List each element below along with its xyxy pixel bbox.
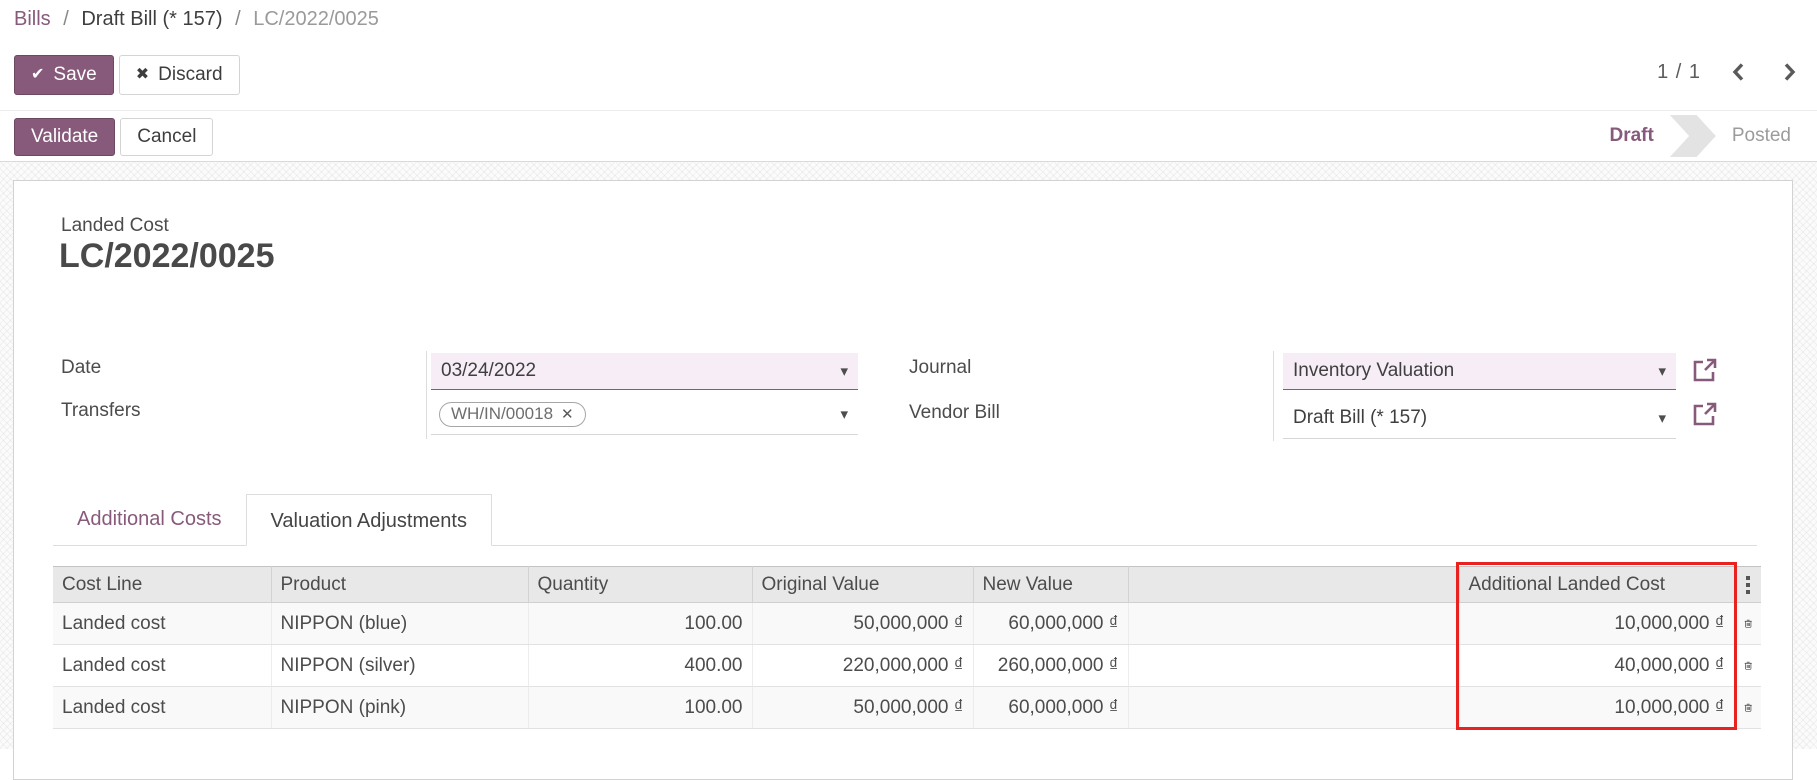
transfer-tag: WH/IN/00018 ✕ <box>439 401 586 427</box>
cell-quantity[interactable]: 100.00 <box>528 686 753 729</box>
cell-original-value[interactable]: 50,000,000 ₫ <box>752 686 974 729</box>
stage-draft[interactable]: Draft <box>1596 125 1668 147</box>
date-value: 03/24/2022 <box>441 360 537 381</box>
breadcrumb-separator: / <box>63 8 69 30</box>
cell-cost-line[interactable]: Landed cost <box>53 644 272 687</box>
delete-row-icon[interactable] <box>1744 613 1753 634</box>
state-actions-row: Validate Cancel <box>14 118 214 156</box>
table-row[interactable]: Landed cost NIPPON (pink) 100.00 50,000,… <box>53 686 1761 729</box>
date-label: Date <box>61 357 102 378</box>
vendor-bill-label: Vendor Bill <box>909 402 1000 423</box>
save-label: Save <box>53 64 97 85</box>
journal-external-link-icon[interactable] <box>1691 357 1718 384</box>
stage-arrow-icon <box>1669 115 1716 157</box>
chevron-down-icon[interactable]: ▾ <box>840 362 858 380</box>
transfers-field[interactable]: WH/IN/00018 ✕ ▾ <box>431 394 858 435</box>
cell-empty <box>1128 686 1460 729</box>
cancel-label: Cancel <box>137 126 197 147</box>
tab-valuation-adjustments[interactable]: Valuation Adjustments <box>245 494 492 546</box>
cell-new-value[interactable]: 60,000,000 ₫ <box>973 602 1129 645</box>
record-pager: 1 / 1 <box>1657 58 1803 86</box>
cell-additional-landed-cost[interactable]: 10,000,000 ₫ <box>1459 686 1735 729</box>
date-field[interactable]: 03/24/2022 ▾ <box>431 353 858 390</box>
table-header-row: Cost Line Product Quantity Original Valu… <box>53 566 1761 603</box>
vendor-bill-external-link-icon[interactable] <box>1691 401 1718 428</box>
breadcrumb: Bills / Draft Bill (* 157) / LC/2022/002… <box>14 8 379 31</box>
col-header-original-value[interactable]: Original Value <box>752 566 974 603</box>
notebook-tabs: Additional Costs Valuation Adjustments <box>53 494 1757 546</box>
check-icon: ✔ <box>31 66 45 83</box>
breadcrumb-bills[interactable]: Bills <box>14 8 51 30</box>
table-row[interactable]: Landed cost NIPPON (blue) 100.00 50,000,… <box>53 602 1761 645</box>
breadcrumb-separator: / <box>235 8 241 30</box>
landed-cost-page: Bills / Draft Bill (* 157) / LC/2022/002… <box>0 0 1817 780</box>
cell-new-value[interactable]: 60,000,000 ₫ <box>973 686 1129 729</box>
cell-additional-landed-cost[interactable]: 10,000,000 ₫ <box>1459 602 1735 645</box>
cell-cost-line[interactable]: Landed cost <box>53 602 272 645</box>
workspace-background: Landed Cost LC/2022/0025 Date Transfers … <box>0 162 1817 780</box>
edit-actions-row: ✔ Save ✖ Discard <box>14 55 240 95</box>
journal-label: Journal <box>909 357 972 378</box>
col-header-new-value[interactable]: New Value <box>973 566 1129 603</box>
optional-columns-header <box>1734 566 1761 603</box>
stage-posted[interactable]: Posted <box>1718 125 1805 147</box>
col-header-additional-landed-cost[interactable]: Additional Landed Cost <box>1459 566 1735 603</box>
cell-cost-line[interactable]: Landed cost <box>53 686 272 729</box>
col-header-cost-line[interactable]: Cost Line <box>53 566 272 603</box>
journal-value: Inventory Valuation <box>1293 360 1455 381</box>
journal-field[interactable]: Inventory Valuation ▾ <box>1283 353 1676 390</box>
breadcrumb-draft-bill[interactable]: Draft Bill (* 157) <box>81 8 222 30</box>
cell-product[interactable]: NIPPON (pink) <box>271 686 529 729</box>
cell-quantity[interactable]: 100.00 <box>528 602 753 645</box>
breadcrumb-current: LC/2022/0025 <box>253 8 379 30</box>
cancel-button[interactable]: Cancel <box>120 118 214 156</box>
cell-new-value[interactable]: 260,000,000 ₫ <box>973 644 1129 687</box>
validate-button[interactable]: Validate <box>14 118 116 156</box>
cell-original-value[interactable]: 220,000,000 ₫ <box>752 644 974 687</box>
sheet-label: Landed Cost <box>61 215 169 236</box>
delete-row-icon[interactable] <box>1744 655 1753 676</box>
pager-previous-icon[interactable] <box>1725 58 1752 86</box>
tab-additional-costs[interactable]: Additional Costs <box>53 493 246 545</box>
transfer-tag-label: WH/IN/00018 <box>451 403 554 423</box>
col-header-empty <box>1128 566 1460 603</box>
valuation-adjustments-table: Cost Line Product Quantity Original Valu… <box>53 566 1761 729</box>
pager-count: 1 / 1 <box>1657 60 1701 83</box>
divider <box>426 351 427 439</box>
optional-columns-icon[interactable] <box>1744 575 1753 594</box>
chevron-down-icon[interactable]: ▾ <box>1658 409 1676 427</box>
validate-label: Validate <box>31 126 99 147</box>
delete-row-icon[interactable] <box>1744 697 1753 718</box>
vendor-bill-field[interactable]: Draft Bill (* 157) ▾ <box>1283 397 1676 439</box>
chevron-down-icon[interactable]: ▾ <box>840 405 858 423</box>
divider <box>1273 351 1274 441</box>
cell-empty <box>1128 602 1460 645</box>
chevron-down-icon[interactable]: ▾ <box>1658 362 1676 380</box>
discard-label: Discard <box>158 64 223 85</box>
page-title: LC/2022/0025 <box>59 237 275 275</box>
cell-additional-landed-cost[interactable]: 40,000,000 ₫ <box>1459 644 1735 687</box>
transfers-label: Transfers <box>61 400 141 421</box>
top-bar: Bills / Draft Bill (* 157) / LC/2022/002… <box>0 0 1817 162</box>
col-header-quantity[interactable]: Quantity <box>528 566 753 603</box>
cell-quantity[interactable]: 400.00 <box>528 644 753 687</box>
discard-button[interactable]: ✖ Discard <box>118 55 240 95</box>
x-icon: ✖ <box>135 66 150 83</box>
statusbar: Draft Posted <box>1596 114 1806 158</box>
tag-remove-icon[interactable]: ✕ <box>561 405 574 423</box>
table-row[interactable]: Landed cost NIPPON (silver) 400.00 220,0… <box>53 644 1761 687</box>
divider <box>0 110 1817 111</box>
cell-product[interactable]: NIPPON (blue) <box>271 602 529 645</box>
col-header-product[interactable]: Product <box>271 566 529 603</box>
form-sheet: Landed Cost LC/2022/0025 Date Transfers … <box>13 180 1793 780</box>
pager-next-icon[interactable] <box>1776 58 1803 86</box>
cell-empty <box>1128 644 1460 687</box>
cell-original-value[interactable]: 50,000,000 ₫ <box>752 602 974 645</box>
cell-product[interactable]: NIPPON (silver) <box>271 644 529 687</box>
save-button[interactable]: ✔ Save <box>14 55 114 95</box>
vendor-bill-value: Draft Bill (* 157) <box>1293 406 1428 428</box>
